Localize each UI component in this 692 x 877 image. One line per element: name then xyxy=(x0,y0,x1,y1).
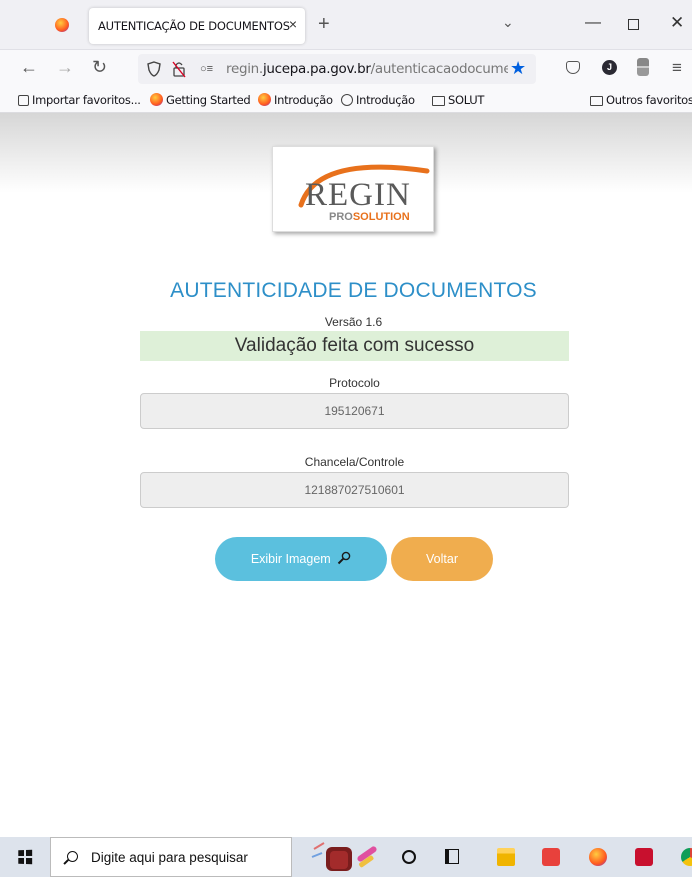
tracking-shield-icon[interactable] xyxy=(147,61,161,77)
pocket-icon[interactable] xyxy=(566,61,580,74)
chancela-field[interactable]: 121887027510601 xyxy=(140,472,569,508)
logo-tagline: PROSOLUTION xyxy=(329,211,410,223)
bookmark-label: Introdução xyxy=(356,93,415,107)
hamburger-menu-icon[interactable]: ≡ xyxy=(672,58,682,78)
logo-wordmark: REGIN xyxy=(305,177,411,213)
show-image-label: Exibir Imagem xyxy=(250,552,331,566)
navigation-bar: ← → ↻ ○≡ regin.jucepa.pa.gov.br/autentic… xyxy=(0,50,692,88)
chrome-icon[interactable] xyxy=(681,848,692,866)
new-tab-button[interactable]: + xyxy=(318,14,330,34)
acrobat-icon[interactable] xyxy=(635,848,653,866)
tab-close-icon[interactable]: × xyxy=(289,16,297,32)
permissions-icon[interactable]: ○≡ xyxy=(200,63,213,75)
regin-logo: REGIN PROSOLUTION xyxy=(272,146,434,232)
file-explorer-icon[interactable] xyxy=(497,848,515,866)
bookmark-star-icon[interactable]: ★ xyxy=(510,58,526,79)
tab-bar: AUTENTICAÇÃO DE DOCUMENTOS × + ⌄ — ✕ xyxy=(0,0,692,50)
search-highlight-icon[interactable] xyxy=(308,839,388,875)
task-view-icon[interactable] xyxy=(445,849,459,864)
firefox-view-icon[interactable] xyxy=(55,18,69,32)
back-arrow-icon[interactable]: ← xyxy=(20,57,38,78)
address-bar[interactable]: ○≡ regin.jucepa.pa.gov.br/autenticacaodo… xyxy=(138,54,536,84)
firefox-icon xyxy=(150,93,163,106)
bookmarks-bar: Importar favoritos... Getting Started In… xyxy=(0,88,692,113)
search-placeholder: Digite aqui para pesquisar xyxy=(91,850,248,865)
folder-icon xyxy=(432,96,445,106)
close-window-button[interactable]: ✕ xyxy=(670,13,684,33)
success-alert: Validação feita com sucesso xyxy=(140,331,569,361)
anydesk-icon[interactable] xyxy=(542,848,560,866)
bookmark-introducao-2[interactable]: Introdução xyxy=(341,93,415,107)
folder-icon xyxy=(590,96,603,106)
bookmark-label: Introdução xyxy=(274,93,333,107)
page-title: AUTENTICIDADE DE DOCUMENTOS xyxy=(170,279,537,302)
protocolo-field[interactable]: 195120671 xyxy=(140,393,569,429)
tab-title: AUTENTICAÇÃO DE DOCUMENTOS xyxy=(98,19,290,33)
page-content: REGIN PROSOLUTION AUTENTICIDADE DE DOCUM… xyxy=(0,113,692,837)
reload-icon[interactable]: ↻ xyxy=(92,57,107,78)
bookmark-folder-outros[interactable]: Outros favoritos xyxy=(590,93,692,107)
bookmark-import[interactable]: Importar favoritos... xyxy=(18,93,141,107)
logo-solution: SOLUTION xyxy=(352,211,410,223)
url-subdomain: regin. xyxy=(226,61,263,77)
tab-list-chevron-icon[interactable]: ⌄ xyxy=(502,14,514,31)
cortana-icon[interactable] xyxy=(402,850,416,864)
account-icon[interactable]: J xyxy=(602,60,617,75)
version-label: Versão 1.6 xyxy=(324,315,383,329)
bookmark-label: SOLUT xyxy=(448,93,485,107)
windows-taskbar: Digite aqui para pesquisar xyxy=(0,837,692,877)
logo-pro: PRO xyxy=(329,211,353,223)
insecure-lock-icon[interactable] xyxy=(172,60,186,78)
magnifier-icon xyxy=(337,551,351,565)
bookmark-getting-started[interactable]: Getting Started xyxy=(150,93,251,107)
import-icon xyxy=(18,95,29,106)
maximize-button[interactable] xyxy=(628,19,639,30)
url-path: /autenticacaodocumento xyxy=(370,61,508,77)
protocolo-label: Protocolo xyxy=(329,376,380,390)
bookmark-folder-solut[interactable]: SOLUT xyxy=(432,93,484,107)
firefox-taskbar-icon[interactable] xyxy=(589,848,607,866)
forward-arrow-icon[interactable]: → xyxy=(56,57,74,78)
extension-icon[interactable] xyxy=(637,58,649,76)
bookmark-label: Getting Started xyxy=(166,93,251,107)
bookmark-label: Outros favoritos xyxy=(606,93,692,107)
back-button[interactable]: Voltar xyxy=(391,537,493,581)
url-domain: jucepa.pa.gov.br xyxy=(262,61,371,77)
search-icon xyxy=(67,851,78,862)
bookmark-label: Importar favoritos... xyxy=(32,93,141,107)
windows-start-icon[interactable] xyxy=(18,849,33,865)
globe-icon xyxy=(341,94,353,106)
tab-active[interactable]: AUTENTICAÇÃO DE DOCUMENTOS × xyxy=(89,8,305,44)
minimize-button[interactable]: — xyxy=(585,14,601,32)
chancela-label: Chancela/Controle xyxy=(304,455,405,469)
firefox-icon xyxy=(258,93,271,106)
taskbar-search[interactable]: Digite aqui para pesquisar xyxy=(50,837,292,877)
show-image-button[interactable]: Exibir Imagem xyxy=(215,537,387,581)
bookmark-introducao-1[interactable]: Introdução xyxy=(258,93,333,107)
url-text[interactable]: regin.jucepa.pa.gov.br/autenticacaodocum… xyxy=(226,61,508,77)
